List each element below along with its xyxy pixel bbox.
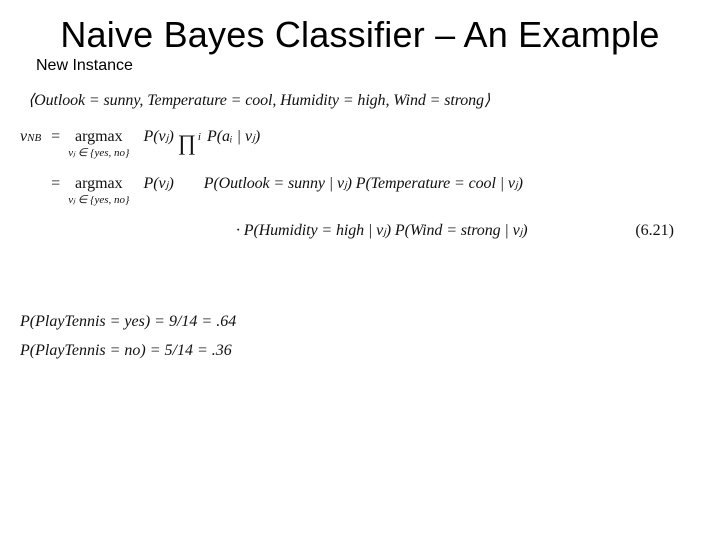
argmax-domain-2: vⱼ ∈ {yes, no} [68, 193, 129, 209]
priors-block: P(PlayTennis = yes) = 9/14 = .64 P(PlayT… [20, 310, 700, 362]
pai-given-vj: P(aᵢ | vⱼ) [207, 125, 260, 148]
equals-2: = [51, 172, 60, 195]
expanded-term-1: P(Outlook = sunny | vⱼ) P(Temperature = … [204, 172, 523, 195]
expanded-term-2: · P(Humidity = high | vⱼ) P(Wind = stron… [236, 219, 528, 242]
instance-tuple-text: ⟨Outlook = sunny, Temperature = cool, Hu… [28, 89, 490, 112]
pvj-2: P(vⱼ) [143, 172, 173, 195]
pvj-1: P(vⱼ) [143, 125, 173, 148]
vnb-symbol: vNB [20, 125, 41, 148]
new-instance-label: New Instance [36, 57, 700, 75]
math-region: ⟨Outlook = sunny, Temperature = cool, Hu… [20, 89, 700, 362]
nb-subscript: NB [27, 132, 41, 144]
slide-title: Naive Bayes Classifier – An Example [20, 14, 700, 55]
equals-1: = [51, 125, 60, 148]
nb-expanded-row-1: vNB = argmax vⱼ ∈ {yes, no} P(vⱼ) P(Outl… [20, 172, 700, 209]
slide: Naive Bayes Classifier – An Example New … [0, 0, 720, 540]
argmax-label-1: argmax [75, 125, 123, 148]
argmax-1: argmax vⱼ ∈ {yes, no} [68, 125, 129, 162]
vnb-lhs: vNB [20, 125, 41, 148]
product-index: i [198, 130, 201, 146]
instance-tuple: ⟨Outlook = sunny, Temperature = cool, Hu… [28, 89, 700, 112]
prior-no: P(PlayTennis = no) = 5/14 = .36 [20, 339, 700, 362]
equation-number: (6.21) [635, 219, 674, 242]
nb-expanded-row-2: · P(Humidity = high | vⱼ) P(Wind = stron… [20, 219, 700, 242]
argmax-label-2: argmax [75, 172, 123, 195]
product-symbol: ∏ [178, 127, 196, 159]
prior-yes: P(PlayTennis = yes) = 9/14 = .64 [20, 310, 700, 333]
nb-definition-row: vNB = argmax vⱼ ∈ {yes, no} P(vⱼ) ∏i P(a… [20, 125, 700, 162]
argmax-2: argmax vⱼ ∈ {yes, no} [68, 172, 129, 209]
argmax-domain-1: vⱼ ∈ {yes, no} [68, 146, 129, 162]
